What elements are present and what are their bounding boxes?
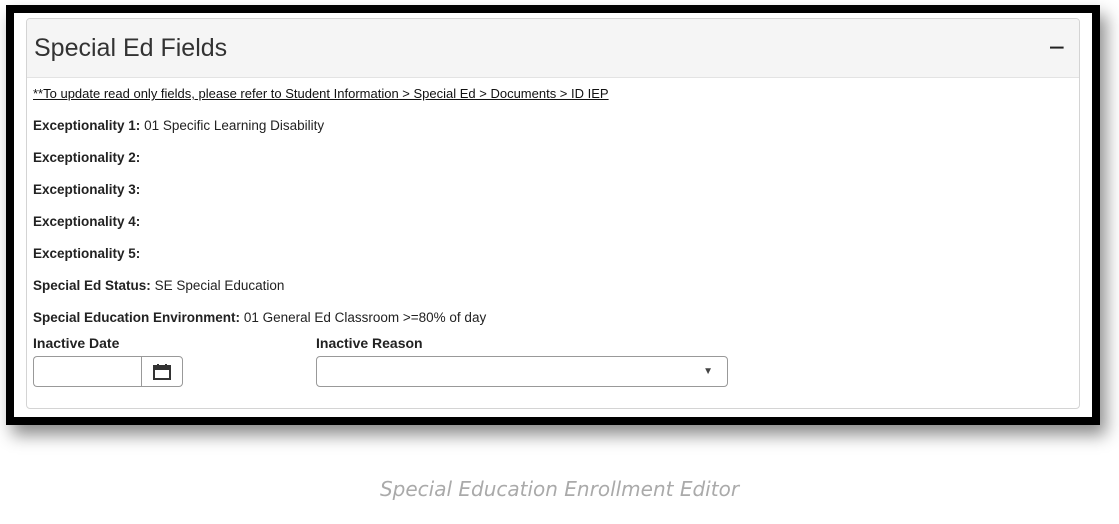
read-only-fields-link[interactable]: **To update read only fields, please ref… — [33, 84, 1073, 104]
field-value: 01 General Ed Classroom >=80% of day — [243, 310, 487, 325]
field-row: Exceptionality 5: — [33, 243, 1073, 275]
inactive-date-group: Inactive Date — [33, 333, 316, 387]
inactive-date-input[interactable] — [33, 356, 141, 387]
field-label: Special Education Environment: — [33, 310, 241, 325]
field-label: Exceptionality 5: — [33, 246, 141, 261]
collapse-button[interactable]: − — [1049, 34, 1065, 62]
field-row: Exceptionality 4: — [33, 211, 1073, 243]
inactive-reason-group: Inactive Reason ▼ — [316, 333, 728, 387]
screenshot-frame: Special Ed Fields − **To update read onl… — [6, 5, 1100, 425]
field-label: Special Ed Status: — [33, 278, 151, 293]
field-value: 01 Specific Learning Disability — [144, 118, 325, 133]
field-row: Exceptionality 1: 01 Specific Learning D… — [33, 115, 1073, 147]
panel-body: **To update read only fields, please ref… — [27, 78, 1079, 387]
field-value: SE Special Education — [154, 278, 285, 293]
field-row: Exceptionality 3: — [33, 179, 1073, 211]
inactive-reason-label: Inactive Reason — [316, 335, 423, 351]
field-label: Exceptionality 4: — [33, 214, 141, 229]
inactive-fields: Inactive Date Inactive Reason ▼ — [33, 333, 1073, 387]
field-row: Exceptionality 2: — [33, 147, 1073, 179]
figure-caption: Special Education Enrollment Editor — [379, 477, 740, 501]
field-row: Special Ed Status: SE Special Education — [33, 275, 1073, 307]
calendar-button[interactable] — [141, 356, 183, 387]
inactive-reason-select[interactable]: ▼ — [316, 356, 728, 387]
inactive-date-picker — [33, 356, 316, 387]
special-ed-panel: Special Ed Fields − **To update read onl… — [26, 18, 1080, 409]
inactive-date-label: Inactive Date — [33, 335, 120, 351]
chevron-down-icon: ▼ — [703, 366, 713, 377]
panel-title: Special Ed Fields — [34, 33, 228, 62]
field-label: Exceptionality 1: — [33, 118, 141, 133]
field-label: Exceptionality 2: — [33, 150, 141, 165]
panel-header: Special Ed Fields − — [27, 19, 1079, 78]
field-label: Exceptionality 3: — [33, 182, 141, 197]
calendar-icon — [153, 363, 171, 380]
